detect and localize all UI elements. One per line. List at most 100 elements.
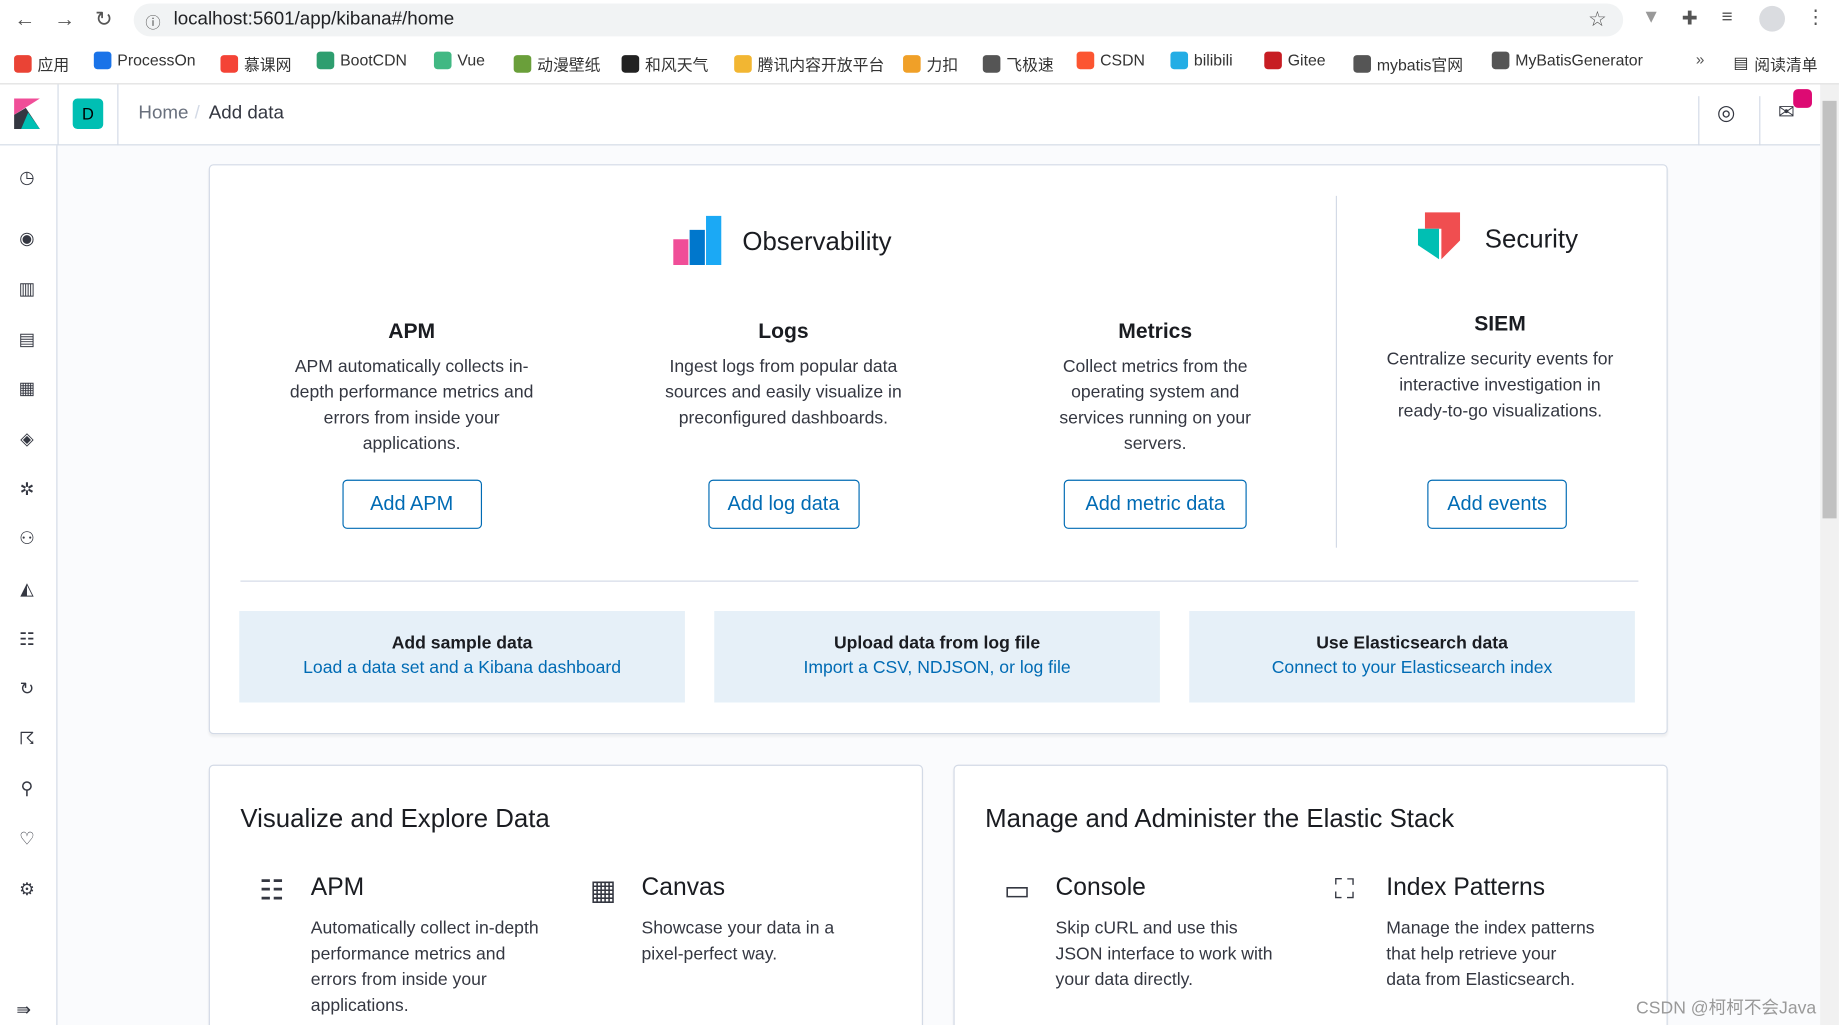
bookmark-label: CSDN [1100,51,1145,70]
tile-link[interactable]: Connect to your Elasticsearch index [1189,658,1635,678]
bookmark-icon [982,54,1001,73]
puzzle-icon[interactable]: ✚ [1682,7,1698,30]
security-logo [1417,212,1461,260]
bookmark-icon [93,51,112,70]
bookmark[interactable]: MyBatisGenerator [1491,51,1643,70]
feature-title[interactable]: APM [311,874,567,902]
feature-desc: Manage the index patterns that help retr… [1386,918,1595,990]
bookmark[interactable]: 慕课网 [220,52,291,75]
reading-list-icon: ▤ [1733,53,1749,72]
add-events-button[interactable]: Add events [1427,479,1567,529]
data-source-tile[interactable]: Add sample data Load a data set and a Kib… [239,611,685,703]
newsfeed-icon[interactable]: ✉ [1778,101,1795,124]
bookmark-label: 慕课网 [243,56,292,74]
bookmarks-more[interactable]: » [1696,50,1704,68]
bookmark-label: mybatis官网 [1376,56,1464,74]
bookmark[interactable]: mybatis官网 [1353,52,1463,75]
manage-panel: Manage and Administer the Elastic Stack … [953,764,1668,1025]
bookmark[interactable]: ProcessOn [93,51,196,70]
discover-icon[interactable]: ◉ [16,228,37,249]
bookmark-icon [14,54,32,73]
bookmark[interactable]: 应用 [14,52,69,75]
reading-list[interactable]: ▤ 阅读清单 [1733,52,1817,75]
feature-title[interactable]: Canvas [642,874,898,902]
add-apm-button[interactable]: Add APM [341,479,482,529]
tile-title: Upload data from log file [833,633,1041,654]
bookmark[interactable]: 飞极速 [982,52,1054,75]
siem-title: SIEM [1474,311,1526,336]
uptime-icon[interactable]: ↻ [16,678,37,699]
bookmark[interactable]: 力扣 [903,52,958,75]
bookmark-icon [903,54,921,73]
profile-avatar[interactable] [1759,5,1786,32]
bookmark-label: 和风天气 [645,56,709,74]
feature-item[interactable]: ☷ APM Automatically collect in-depth perfo… [259,874,567,1019]
extension-icon[interactable]: ▼ [1642,7,1661,28]
bookmark[interactable]: Vue [433,51,485,70]
back-icon[interactable]: ← [14,7,35,32]
data-source-tile[interactable]: Use Elasticsearch data Connect to your El… [1189,611,1635,703]
star-icon[interactable]: ☆ [1588,7,1607,32]
scrollbar[interactable] [1820,84,1839,1025]
monitoring-icon[interactable]: ☈ [16,728,37,749]
apm-icon[interactable]: ☷ [16,629,37,650]
bookmark-icon [621,54,640,73]
watermark: CSDN @柯柯不会Java [1636,998,1817,1018]
stack-monitoring-icon[interactable]: ♡ [16,828,37,849]
help-icon[interactable]: ◎ [1717,101,1735,126]
tile-link[interactable]: Import a CSV, NDJSON, or log file [714,658,1160,678]
bookmark-label: bilibili [1193,51,1233,70]
visualize-icon[interactable]: ▥ [16,278,37,299]
observability-card: APM APM automatically collects in-depth p… [224,319,599,457]
bookmark[interactable]: BootCDN [316,51,407,70]
bookmark-label: ProcessOn [117,51,196,70]
data-source-tile[interactable]: Upload data from log file Import a CSV, N… [714,611,1160,703]
media-icon[interactable]: ≡ [1722,7,1733,28]
bookmark[interactable]: bilibili [1170,51,1233,70]
feature-title[interactable]: Index Patterns [1386,874,1642,902]
dashboard-icon[interactable]: ▤ [16,328,37,350]
breadcrumb-home[interactable]: Home [138,103,188,124]
card-title: Logs [758,319,809,343]
url-text[interactable]: localhost:5601/app/kibana#/home [174,9,455,30]
siem-icon[interactable]: ⚇ [16,528,37,549]
bookmark-icon [220,54,239,73]
kibana-logo[interactable] [14,98,40,130]
bookmark[interactable]: CSDN [1076,51,1145,70]
space-avatar[interactable]: D [72,98,104,130]
card-title: APM [388,319,436,343]
card-desc: Collect metrics from the operating syste… [1059,356,1252,454]
feature-title[interactable]: Console [1056,874,1312,902]
reload-icon[interactable]: ↻ [95,7,113,32]
menu-icon[interactable]: ⋮ [1806,6,1825,29]
feature-item[interactable]: ▦ Canvas Showcase your data in a pixel-per… [590,874,898,968]
feature-item[interactable]: ▭ Console Skip cURL and use this JSON inte… [1004,874,1312,994]
add-log-data-button[interactable]: Add log data [707,479,860,529]
bookmark[interactable]: 腾讯内容开放平台 [734,52,884,75]
recent-icon[interactable]: ◷ [16,167,37,188]
card-desc: APM automatically collects in-depth perf… [289,356,534,454]
bookmark[interactable]: Gitee [1264,51,1326,70]
management-icon[interactable]: ⚙ [16,878,37,900]
observability-logo [673,215,722,266]
feature-desc: Showcase your data in a pixel-perfect wa… [641,918,835,965]
add-metric-data-button[interactable]: Add metric data [1063,479,1247,529]
tile-link[interactable]: Load a data set and a Kibana dashboard [239,658,685,678]
forward-icon[interactable]: → [54,7,75,32]
bookmark-icon [316,51,335,70]
feature-item[interactable]: ⛶ Index Patterns Manage the index patterns… [1335,874,1642,994]
logs-icon[interactable]: ◭ [16,578,37,599]
breadcrumb-current: Add data [208,103,284,124]
canvas-icon[interactable]: ▦ [16,378,37,399]
feature-desc: Automatically collect in-depth performan… [310,918,539,1016]
devtools-icon[interactable]: ⚲ [16,778,37,799]
observability-card: Logs Ingest logs from popular data source… [596,319,971,432]
ml-icon[interactable]: ✲ [16,479,37,500]
bookmark-icon [1264,51,1282,70]
maps-icon[interactable]: ◈ [16,428,37,449]
collapse-nav-icon[interactable]: ⇛ [16,999,31,1020]
address-bar[interactable]: ⓘ localhost:5601/app/kibana#/home ☆ [133,3,1624,37]
bookmark[interactable]: 动漫壁纸 [513,52,600,75]
reading-list-label: 阅读清单 [1754,56,1818,74]
bookmark[interactable]: 和风天气 [621,52,709,75]
